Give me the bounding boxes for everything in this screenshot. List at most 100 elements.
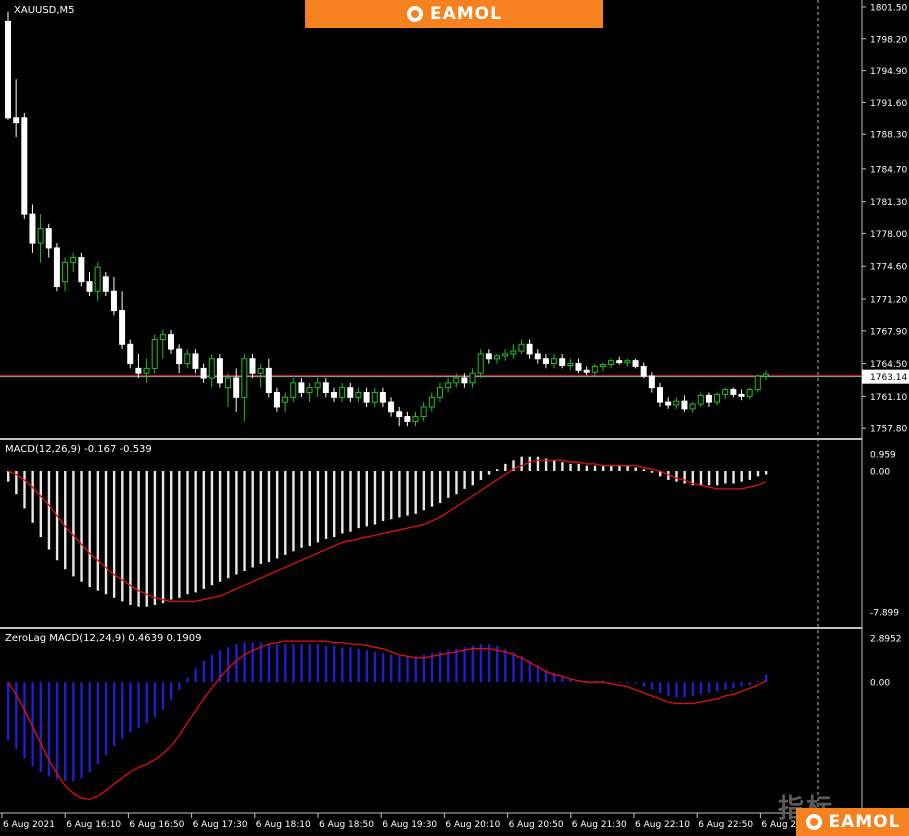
plots: [5, 11, 769, 801]
zerolag-bar: [202, 660, 205, 683]
macd-bar: [634, 467, 637, 471]
zerolag-bar: [251, 642, 254, 683]
price-label: 1798.20: [870, 35, 907, 45]
price-label: 1794.90: [870, 67, 907, 77]
zerolag-bar: [300, 644, 303, 683]
zerolag-bar: [316, 644, 320, 683]
logo-icon: [407, 6, 423, 22]
candle-body: [428, 396, 435, 408]
time-label: 6 Aug 17:30: [193, 820, 248, 830]
price-label: 1774.60: [870, 263, 907, 273]
zerolag-bar: [235, 644, 238, 683]
zerolag-bar: [15, 682, 18, 750]
candle-body: [322, 382, 329, 393]
time-label: 6 Aug 22:50: [698, 820, 753, 830]
time-label: 6 Aug 20:10: [445, 820, 500, 830]
candle-body: [127, 343, 134, 365]
macd-bar: [259, 471, 263, 564]
zerolag-bar: [259, 642, 263, 683]
candle-body: [331, 391, 337, 398]
macd-bar: [553, 460, 556, 471]
macd-bar: [675, 471, 678, 482]
zerolag-bar: [691, 682, 694, 696]
macd-bar: [601, 465, 605, 471]
time-label: 6 Aug 22:10: [635, 820, 690, 830]
candle-body: [176, 348, 183, 365]
symbol-label: XAUUSD,M5: [14, 5, 75, 16]
macd-bar: [72, 471, 75, 577]
candle-body: [13, 117, 20, 124]
macd-bar: [618, 465, 621, 471]
zerolag-bar: [504, 648, 507, 683]
candle-body: [559, 358, 566, 366]
macd-bar: [756, 471, 760, 477]
candle-body: [151, 338, 158, 369]
candle-body: [754, 375, 761, 391]
macd-bar: [292, 471, 295, 552]
brand-name-footer: EAMOL: [828, 812, 901, 832]
macd-bar: [642, 469, 646, 471]
macd-level-label: -7.899: [870, 609, 899, 619]
candle-body: [233, 377, 240, 398]
candle-body: [445, 382, 452, 389]
candle-body: [70, 257, 77, 263]
zerolag-bar: [365, 650, 368, 683]
zerolag-bar: [748, 682, 752, 686]
macd-bar: [300, 471, 303, 548]
macd-bar: [740, 471, 743, 482]
zerolag-bar: [284, 644, 287, 683]
zerolag-bar: [64, 682, 67, 782]
candle-body: [208, 358, 215, 379]
macd-bar: [243, 471, 246, 571]
zerolag-bar: [667, 682, 670, 696]
candle-body: [738, 393, 745, 397]
zerolag-bar: [55, 682, 59, 780]
macd-bar: [577, 463, 580, 471]
candle-body: [110, 290, 117, 312]
macd-bar: [235, 471, 238, 575]
zerolag-bar: [210, 654, 214, 683]
macd-bar: [381, 471, 385, 521]
zerolag-bar: [194, 668, 197, 683]
macd-bar: [430, 471, 434, 507]
candle-body: [412, 416, 419, 422]
macd-bar: [308, 471, 311, 546]
candle-body: [762, 373, 769, 377]
candle-body: [673, 400, 680, 406]
candle-body: [599, 364, 606, 367]
price-label: 1801.50: [870, 3, 907, 13]
macd-bar: [463, 471, 466, 489]
candle-body: [5, 20, 11, 119]
zerolag-bar: [699, 682, 703, 695]
price-label: 1784.70: [870, 165, 907, 175]
candle-body: [200, 367, 207, 379]
zerolag-bar: [308, 644, 311, 683]
macd-bar: [520, 456, 523, 471]
candle-body: [396, 411, 403, 418]
candle-body: [339, 387, 346, 398]
candle-body: [485, 353, 492, 360]
zerolag-bar: [683, 682, 686, 698]
time-label: 6 Aug 16:50: [129, 820, 184, 830]
candle-body: [616, 360, 623, 364]
macd-bar: [64, 471, 67, 570]
macd-bar: [610, 465, 613, 471]
zerolag-bar: [675, 682, 678, 698]
candle-body: [567, 363, 574, 366]
candle-body: [282, 396, 289, 403]
macd-bar: [284, 471, 287, 555]
candle-body: [746, 389, 753, 397]
zerolag-bar: [626, 682, 629, 684]
zerolag-bar: [732, 682, 735, 689]
candle-body: [184, 353, 191, 365]
time-label: 6 Aug 18:10: [256, 820, 311, 830]
macd-bar: [528, 456, 531, 471]
brand-name: EAMOL: [430, 4, 502, 24]
candle-body: [192, 353, 199, 369]
zerolag-bar: [186, 677, 189, 683]
zerolag-bar: [756, 680, 760, 683]
macd-bar: [536, 456, 540, 471]
zerolag-level-label: 0.00: [870, 679, 890, 689]
macd-bar: [178, 471, 181, 598]
candle-body: [518, 343, 525, 352]
